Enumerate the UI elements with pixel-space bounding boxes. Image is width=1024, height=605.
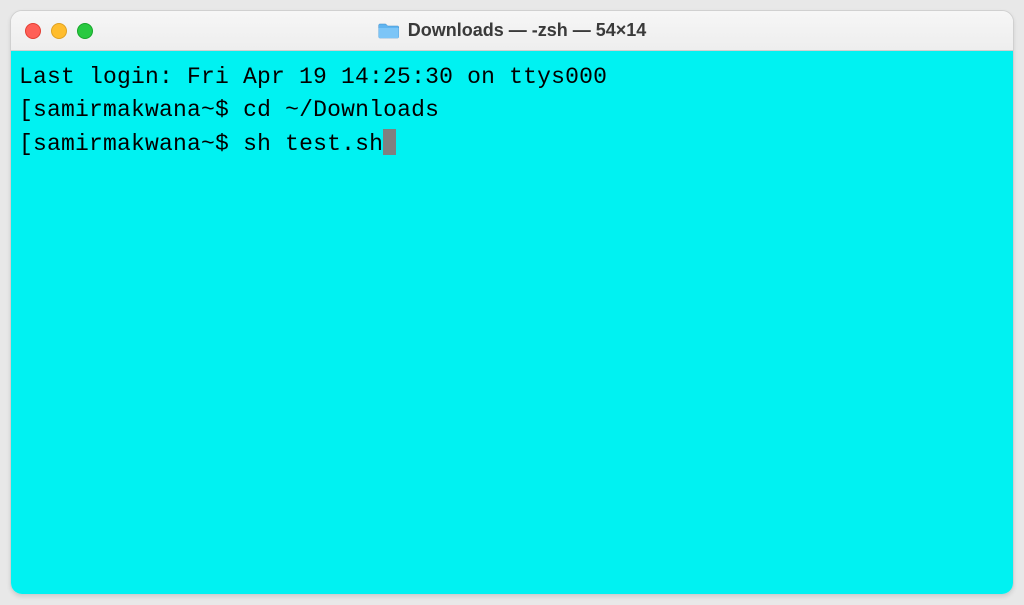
close-button[interactable]	[25, 23, 41, 39]
folder-icon	[378, 22, 400, 40]
minimize-button[interactable]	[51, 23, 67, 39]
titlebar[interactable]: Downloads — -zsh — 54×14	[11, 11, 1013, 51]
window-title: Downloads — -zsh — 54×14	[408, 20, 647, 41]
terminal-window: Downloads — -zsh — 54×14 Last login: Fri…	[10, 10, 1014, 595]
traffic-lights	[25, 23, 93, 39]
prompt: samirmakwana~$	[33, 131, 243, 157]
prompt-bracket: [	[19, 97, 33, 123]
terminal-line: [samirmakwana~$ sh test.sh	[19, 128, 1005, 161]
terminal-body[interactable]: Last login: Fri Apr 19 14:25:30 on ttys0…	[11, 51, 1013, 594]
prompt: samirmakwana~$	[33, 97, 243, 123]
command-text: cd ~/Downloads	[243, 97, 439, 123]
prompt-bracket: [	[19, 131, 33, 157]
window-title-area: Downloads — -zsh — 54×14	[378, 20, 647, 41]
cursor-icon	[383, 129, 396, 155]
maximize-button[interactable]	[77, 23, 93, 39]
last-login-text: Last login: Fri Apr 19 14:25:30 on ttys0…	[19, 64, 607, 90]
terminal-line: Last login: Fri Apr 19 14:25:30 on ttys0…	[19, 61, 1005, 94]
command-text: sh test.sh	[243, 131, 383, 157]
terminal-line: [samirmakwana~$ cd ~/Downloads	[19, 94, 1005, 127]
